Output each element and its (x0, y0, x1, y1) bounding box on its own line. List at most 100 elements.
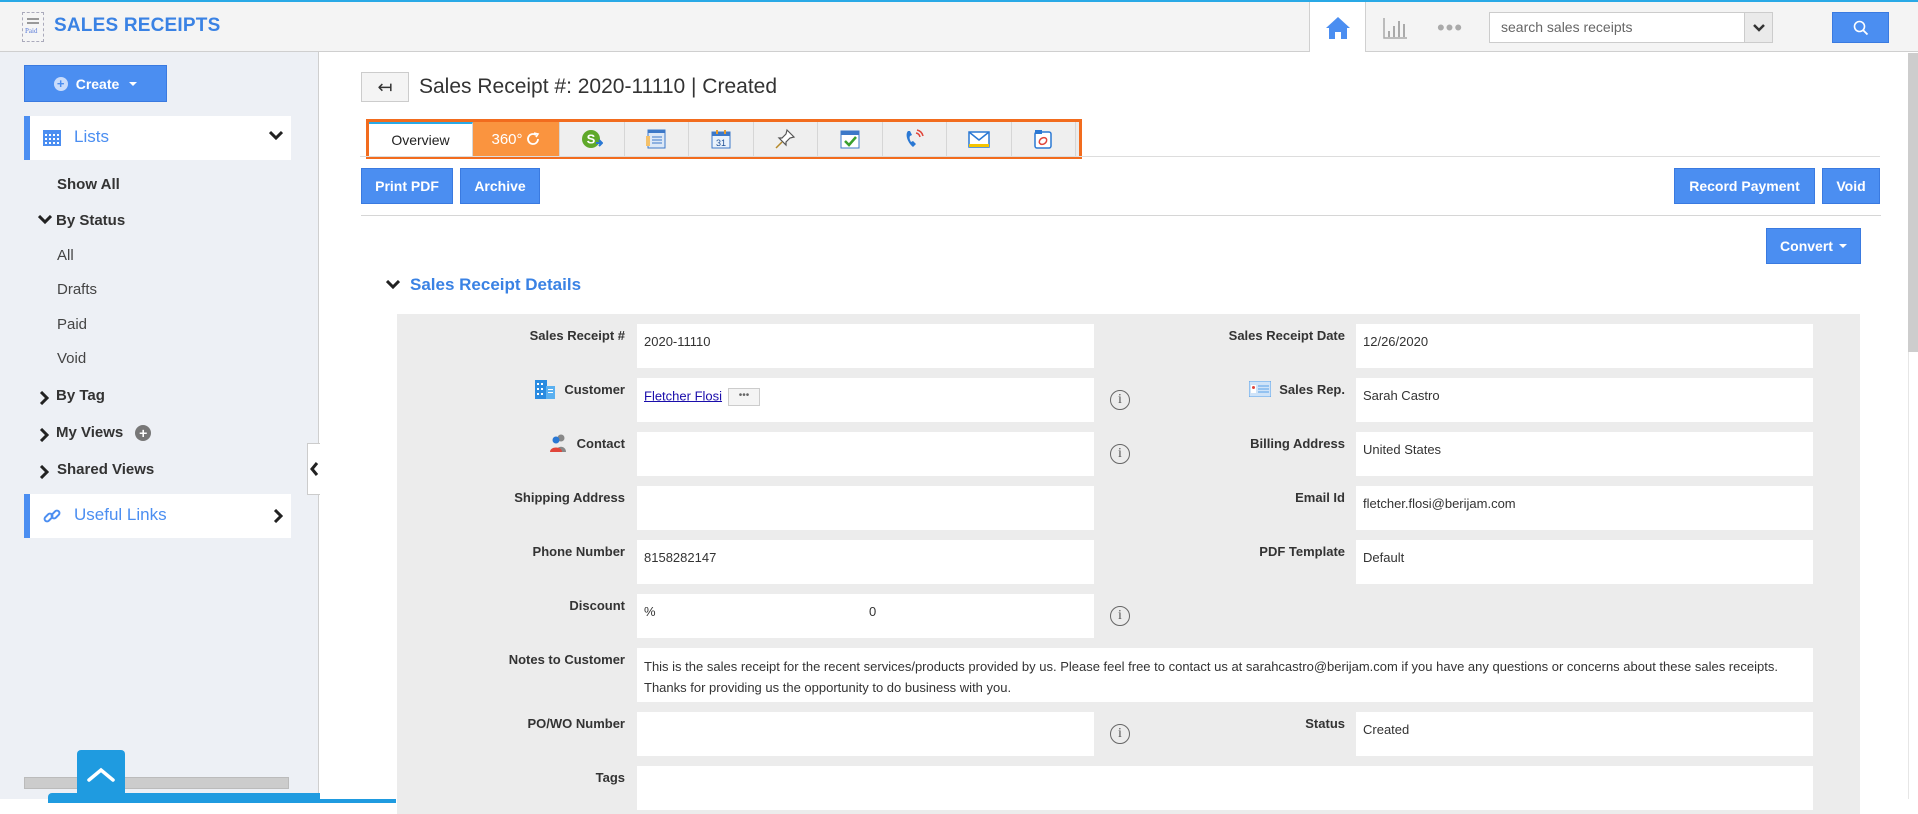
attachment-icon (1034, 130, 1052, 149)
back-button[interactable]: ↤ (361, 72, 409, 102)
field-customer: Fletcher Flosi ••• (637, 378, 1094, 422)
email-icon (968, 131, 990, 148)
field-phone-number[interactable]: 8158282147 (637, 540, 1094, 584)
sidebar-lists-header[interactable]: Lists (24, 116, 291, 160)
search-dropdown-button[interactable] (1745, 12, 1773, 43)
sidebar-status-void[interactable]: Void (57, 350, 86, 367)
field-pdf-template[interactable]: Default (1356, 540, 1813, 584)
plus-circle-icon: + (53, 76, 68, 91)
field-billing-address[interactable]: United States (1356, 432, 1813, 476)
search-button[interactable] (1832, 12, 1889, 43)
payment-dollar-icon: S (581, 130, 603, 148)
nav-home-button[interactable] (1309, 2, 1366, 53)
sidebar-by-status[interactable]: By Status (56, 212, 125, 229)
tab-attachments[interactable] (1011, 122, 1076, 156)
add-view-icon[interactable]: + (135, 425, 152, 442)
task-check-icon (840, 130, 860, 149)
field-sales-receipt-date[interactable]: 12/26/2020 (1356, 324, 1813, 368)
chevron-right-icon (273, 509, 283, 523)
field-contact[interactable] (637, 432, 1094, 476)
tab-details[interactable] (624, 122, 689, 156)
page-title: Sales Receipt #: 2020-11110 | Created (419, 75, 778, 98)
building-icon (535, 380, 556, 399)
sidebar-status-paid[interactable]: Paid (57, 316, 87, 333)
field-po-wo-number[interactable] (637, 712, 1094, 756)
label-email-id: Email Id (1295, 489, 1345, 505)
field-notes-to-customer[interactable]: This is the sales receipt for the recent… (637, 648, 1813, 702)
create-button[interactable]: + Create (24, 65, 167, 102)
label-phone-number: Phone Number (532, 543, 625, 559)
tab-overview[interactable]: Overview (369, 122, 473, 156)
field-status[interactable]: Created (1356, 712, 1813, 756)
sidebar-by-tag[interactable]: By Tag (56, 387, 105, 404)
chevron-left-icon (309, 462, 318, 476)
label-sales-receipt-date: Sales Receipt Date (1228, 327, 1345, 343)
sidebar-lists-label: Lists (74, 127, 109, 146)
sidebar-item-show-all[interactable]: Show All (57, 176, 120, 193)
record-payment-button[interactable]: Record Payment (1674, 168, 1815, 204)
phone-call-icon (906, 129, 924, 147)
tab-tasks[interactable] (818, 122, 883, 156)
sidebar-horizontal-scrollbar[interactable] (24, 777, 289, 789)
search-input[interactable]: search sales receipts (1489, 12, 1745, 43)
sidebar-my-views-label: My Views (56, 424, 124, 441)
search-placeholder: search sales receipts (1501, 19, 1633, 35)
tab-360-label: 360° (491, 130, 523, 148)
label-contact-text: Contact (576, 435, 625, 451)
archive-button[interactable]: Archive (460, 168, 540, 204)
tab-calendar[interactable]: 31 (689, 122, 754, 156)
discount-unit: % (644, 604, 656, 619)
field-sales-receipt-no[interactable]: 2020-11110 (637, 324, 1094, 368)
field-email-id[interactable]: fletcher.flosi@berijam.com (1356, 486, 1813, 530)
sidebar-my-views[interactable]: My Views + (56, 424, 152, 442)
discount-value: 0 (869, 604, 877, 619)
label-notes-to-customer: Notes to Customer (508, 651, 625, 667)
more-dots-icon[interactable]: ••• (1432, 16, 1468, 40)
chevron-down-icon (269, 130, 283, 140)
sidebar-useful-links-label: Useful Links (74, 505, 167, 524)
chevron-right-icon[interactable] (39, 391, 49, 405)
sidebar-shared-views[interactable]: Shared Views (57, 461, 154, 478)
divider (361, 215, 1881, 216)
tab-emails[interactable] (947, 122, 1012, 156)
sidebar-status-all[interactable]: All (57, 247, 74, 264)
contact-people-icon (549, 434, 566, 452)
label-contact: Contact (397, 432, 625, 454)
print-pdf-button[interactable]: Print PDF (361, 168, 453, 204)
sidebar-status-drafts[interactable]: Drafts (57, 281, 97, 298)
chevron-right-icon[interactable] (39, 428, 49, 442)
void-button[interactable]: Void (1822, 168, 1880, 204)
tab-notes[interactable] (753, 122, 818, 156)
label-sales-rep: Sales Rep. (1097, 378, 1345, 400)
svg-text:S: S (586, 132, 595, 147)
sidebar-useful-links[interactable]: Useful Links (24, 494, 291, 538)
pin-icon (775, 128, 796, 149)
info-icon[interactable]: i (1110, 606, 1130, 626)
field-tags[interactable] (637, 766, 1813, 810)
field-discount[interactable]: % 0 (637, 594, 1094, 638)
chevron-right-icon[interactable] (39, 465, 49, 479)
tab-payments[interactable]: S (560, 122, 625, 156)
customer-link[interactable]: Fletcher Flosi (644, 388, 722, 403)
label-tags: Tags (595, 769, 625, 785)
tab-calls[interactable] (882, 122, 947, 156)
convert-button[interactable]: Convert (1766, 228, 1861, 264)
search-icon (1853, 20, 1868, 35)
app-title[interactable]: SALES RECEIPTS (54, 15, 220, 37)
tab-360[interactable]: 360° (473, 122, 560, 156)
convert-label: Convert (1780, 238, 1833, 254)
section-header-details[interactable]: Sales Receipt Details (386, 275, 581, 295)
chevron-down-icon[interactable] (38, 215, 52, 225)
link-icon (43, 509, 61, 523)
calendar-grid-icon (43, 130, 61, 146)
customer-more-button[interactable]: ••• (728, 388, 761, 406)
collapse-sidebar-button[interactable] (307, 443, 320, 495)
scroll-to-top-button[interactable] (77, 750, 125, 799)
bar-chart-icon (1383, 18, 1407, 39)
page-scrollbar-thumb[interactable] (1908, 53, 1918, 352)
nav-reports-button[interactable] (1380, 14, 1410, 42)
label-sales-rep-text: Sales Rep. (1279, 381, 1345, 397)
field-shipping-address[interactable] (637, 486, 1094, 530)
field-sales-rep[interactable]: Sarah Castro (1356, 378, 1813, 422)
details-card-icon (646, 129, 666, 149)
